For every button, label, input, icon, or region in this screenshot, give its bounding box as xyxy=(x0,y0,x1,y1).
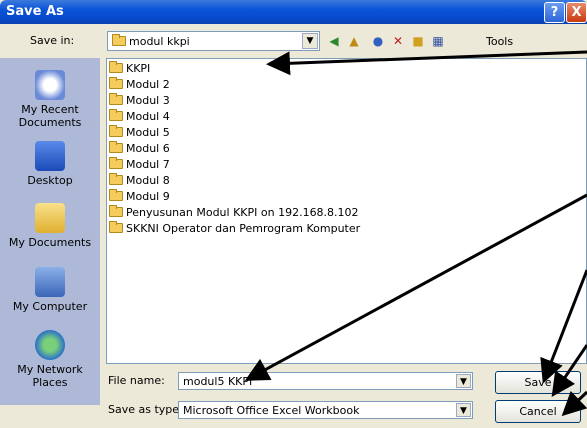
place-desktop[interactable]: Desktop xyxy=(0,141,100,187)
close-button[interactable]: X xyxy=(566,2,587,23)
place-label: My Documents xyxy=(8,236,92,249)
window-title: Save As xyxy=(6,4,64,19)
file-name-value: modul5 KKPI xyxy=(183,375,253,388)
save-in-value: modul kkpi xyxy=(129,35,190,48)
search-web-icon[interactable]: ● xyxy=(370,33,386,49)
my-computer-icon xyxy=(35,267,65,297)
place-label: Desktop xyxy=(27,174,73,187)
back-icon[interactable]: ◀ xyxy=(326,33,342,49)
folder-icon xyxy=(109,61,123,73)
place-my-computer[interactable]: My Computer xyxy=(0,267,100,313)
folder-icon xyxy=(109,189,123,201)
save-in-label: Save in: xyxy=(30,34,75,47)
place-recent-documents[interactable]: My Recent Documents xyxy=(0,70,100,129)
list-item[interactable]: Penyusunan Modul KKPI on 192.168.8.102 xyxy=(109,205,359,221)
folder-icon xyxy=(112,34,126,46)
folder-icon xyxy=(109,93,123,105)
folder-icon xyxy=(109,109,123,121)
list-item[interactable]: Modul 6 xyxy=(109,141,170,157)
views-icon[interactable]: ▦ xyxy=(430,33,446,49)
chevron-down-icon[interactable]: ▼ xyxy=(456,374,471,388)
folder-icon xyxy=(109,141,123,153)
folder-icon xyxy=(109,125,123,137)
folder-icon xyxy=(109,173,123,185)
tools-menu[interactable]: Tools xyxy=(486,35,513,48)
up-folder-icon[interactable]: ▲ xyxy=(346,33,362,49)
my-documents-icon xyxy=(35,203,65,233)
list-item[interactable]: KKPI xyxy=(109,61,150,77)
delete-icon[interactable]: ✕ xyxy=(390,33,406,49)
place-label: My Recent Documents xyxy=(18,103,82,129)
save-as-type-value: Microsoft Office Excel Workbook xyxy=(183,404,360,417)
list-item[interactable]: Modul 8 xyxy=(109,173,170,189)
new-folder-icon[interactable]: ■ xyxy=(410,33,426,49)
folder-icon xyxy=(109,157,123,169)
chevron-down-icon[interactable]: ▼ xyxy=(456,403,471,417)
folder-icon xyxy=(109,205,123,217)
folder-icon xyxy=(109,77,123,89)
save-as-dialog: Save As ? X Save in: modul kkpi ▼ ◀ ▲ ● … xyxy=(0,0,587,428)
title-bar[interactable]: Save As ? X xyxy=(0,0,587,24)
file-list[interactable]: KKPI Modul 2 Modul 3 Modul 4 Modul 5 Mod… xyxy=(106,58,587,364)
place-my-documents[interactable]: My Documents xyxy=(0,203,100,249)
save-button[interactable]: Save xyxy=(495,371,581,394)
file-name-label: File name: xyxy=(108,374,165,387)
recent-documents-icon xyxy=(35,70,65,100)
list-item[interactable]: Modul 2 xyxy=(109,77,170,93)
place-label: My Network Places xyxy=(17,363,83,389)
folder-icon xyxy=(109,221,123,233)
places-bar: My Recent Documents Desktop My Documents… xyxy=(0,58,100,405)
list-item[interactable]: Modul 3 xyxy=(109,93,170,109)
save-as-type-dropdown[interactable]: Microsoft Office Excel Workbook ▼ xyxy=(178,401,473,419)
desktop-icon xyxy=(35,141,65,171)
place-network-places[interactable]: My Network Places xyxy=(0,330,100,389)
list-item[interactable]: SKKNI Operator dan Pemrogram Komputer xyxy=(109,221,360,237)
list-item[interactable]: Modul 5 xyxy=(109,125,170,141)
save-as-type-label: Save as type: xyxy=(108,403,183,416)
list-item[interactable]: Modul 7 xyxy=(109,157,170,173)
save-in-dropdown[interactable]: modul kkpi ▼ xyxy=(107,31,320,51)
network-places-icon xyxy=(35,330,65,360)
chevron-down-icon[interactable]: ▼ xyxy=(302,33,318,49)
file-name-field[interactable]: modul5 KKPI ▼ xyxy=(178,372,473,390)
cancel-button[interactable]: Cancel xyxy=(495,400,581,423)
list-item[interactable]: Modul 9 xyxy=(109,189,170,205)
place-label: My Computer xyxy=(12,300,88,313)
help-button[interactable]: ? xyxy=(544,2,565,23)
list-item[interactable]: Modul 4 xyxy=(109,109,170,125)
